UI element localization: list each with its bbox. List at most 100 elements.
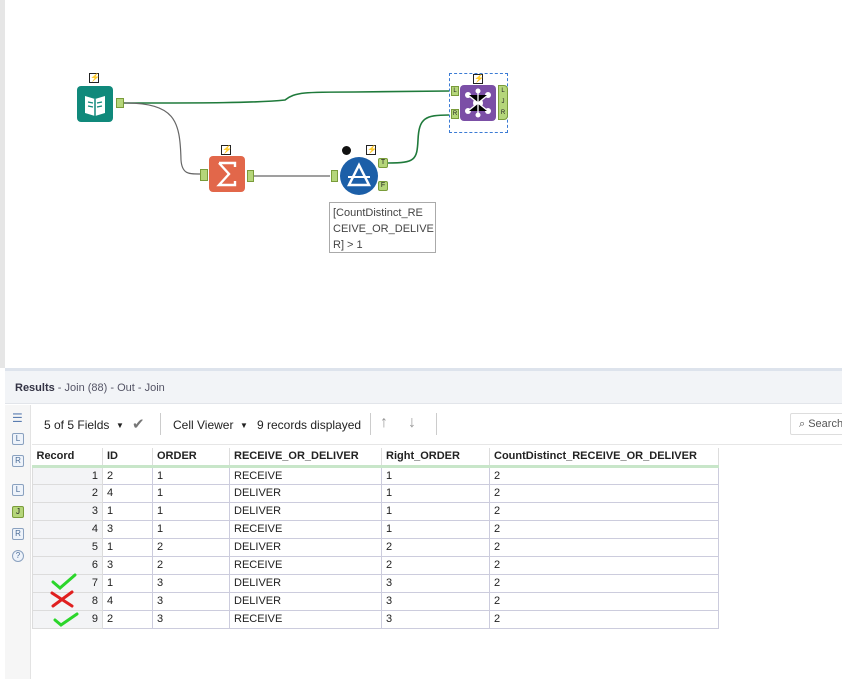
cell-viewer-selector[interactable]: Cell Viewer bbox=[173, 418, 233, 432]
join-output-left-anchor[interactable]: L bbox=[499, 86, 507, 97]
table-cell[interactable]: 3 bbox=[102, 555, 153, 575]
connections-layer bbox=[123, 90, 450, 177]
input-data-tool[interactable] bbox=[77, 86, 113, 122]
output-join-icon[interactable]: J bbox=[12, 506, 24, 518]
table-cell[interactable]: RECEIVE bbox=[229, 609, 382, 629]
column-header[interactable]: ORDER bbox=[152, 448, 230, 468]
join-left-anchor[interactable]: L bbox=[451, 86, 459, 96]
join-output-join-anchor[interactable]: J bbox=[499, 97, 507, 108]
filter-input-anchor[interactable] bbox=[331, 170, 338, 182]
join-tool[interactable] bbox=[460, 85, 496, 121]
table-cell[interactable]: 1 bbox=[102, 537, 153, 557]
help-icon[interactable]: ? bbox=[12, 550, 24, 562]
filter-tool[interactable] bbox=[340, 157, 378, 195]
table-cell[interactable]: 1 bbox=[381, 465, 490, 485]
table-cell[interactable]: DELIVER bbox=[229, 483, 382, 503]
table-cell[interactable]: 1 bbox=[381, 483, 490, 503]
table-cell[interactable]: 2 bbox=[489, 537, 719, 557]
table-cell[interactable]: 2 bbox=[489, 591, 719, 611]
table-row[interactable]: 3 1 1 DELIVER 1 2 bbox=[32, 501, 719, 521]
workflow-canvas[interactable]: ⚡ ⚡ T F ⚡ [CountDistinct_RE CEIVE_OR_DEL… bbox=[0, 0, 842, 368]
sigma-icon bbox=[216, 161, 237, 187]
column-header[interactable]: CountDistinct_RECEIVE_OR_DELIVER bbox=[489, 448, 719, 468]
join-right-anchor[interactable]: R bbox=[451, 109, 459, 119]
table-cell[interactable]: 1 bbox=[381, 519, 490, 539]
table-cell[interactable]: 2 bbox=[489, 501, 719, 521]
table-cell[interactable]: 3 bbox=[152, 609, 230, 629]
arrow-down-icon[interactable]: ↓ bbox=[408, 414, 416, 432]
table-cell[interactable]: RECEIVE bbox=[229, 555, 382, 575]
join-output-anchors[interactable]: L J R bbox=[498, 85, 508, 120]
column-header[interactable]: Record bbox=[32, 448, 103, 468]
filter-false-anchor[interactable]: F bbox=[378, 181, 388, 191]
arrow-up-icon[interactable]: ↑ bbox=[380, 414, 388, 432]
table-cell[interactable]: 1 bbox=[152, 501, 230, 521]
input-right-icon[interactable]: R bbox=[12, 455, 24, 467]
lightning-icon: ⚡ bbox=[366, 145, 377, 155]
record-cell: 1 bbox=[32, 465, 103, 485]
search-input[interactable]: ⌕ Search bbox=[790, 413, 842, 435]
table-row[interactable]: 2 4 1 DELIVER 1 2 bbox=[32, 483, 719, 503]
table-row[interactable]: 1 2 1 RECEIVE 1 2 bbox=[32, 465, 719, 485]
table-cell[interactable]: DELIVER bbox=[229, 591, 382, 611]
table-row[interactable]: 8 4 3 DELIVER 3 2 bbox=[32, 591, 719, 611]
table-cell[interactable]: 1 bbox=[381, 501, 490, 521]
input-output-anchor[interactable] bbox=[116, 98, 124, 108]
table-cell[interactable]: 2 bbox=[489, 519, 719, 539]
list-icon[interactable]: ☰ bbox=[12, 411, 23, 425]
table-cell[interactable]: DELIVER bbox=[229, 537, 382, 557]
table-cell[interactable]: 1 bbox=[152, 519, 230, 539]
browse-indicator-icon bbox=[342, 146, 351, 155]
table-row[interactable]: 5 1 2 DELIVER 2 2 bbox=[32, 537, 719, 557]
output-right-icon[interactable]: R bbox=[12, 528, 24, 540]
table-cell[interactable]: 3 bbox=[152, 573, 230, 593]
table-cell[interactable]: 3 bbox=[102, 519, 153, 539]
chevron-down-icon[interactable]: ▼ bbox=[240, 421, 248, 430]
table-cell[interactable]: 1 bbox=[152, 465, 230, 485]
table-row[interactable]: 4 3 1 RECEIVE 1 2 bbox=[32, 519, 719, 539]
table-cell[interactable]: 2 bbox=[489, 555, 719, 575]
table-cell[interactable]: 4 bbox=[102, 591, 153, 611]
join-output-right-anchor[interactable]: R bbox=[499, 108, 507, 119]
table-cell[interactable]: 2 bbox=[381, 555, 490, 575]
summarize-output-anchor[interactable] bbox=[247, 170, 254, 182]
table-cell[interactable]: 4 bbox=[102, 483, 153, 503]
table-cell[interactable]: RECEIVE bbox=[229, 465, 382, 485]
table-cell[interactable]: 2 bbox=[102, 609, 153, 629]
column-header[interactable]: Right_ORDER bbox=[381, 448, 490, 468]
filter-expression-line: R] > 1 bbox=[333, 239, 363, 251]
table-cell[interactable]: 1 bbox=[152, 483, 230, 503]
table-cell[interactable]: 3 bbox=[381, 573, 490, 593]
table-cell[interactable]: DELIVER bbox=[229, 501, 382, 521]
table-cell[interactable]: 2 bbox=[102, 465, 153, 485]
filter-true-anchor[interactable]: T bbox=[378, 158, 388, 168]
table-cell[interactable]: 2 bbox=[489, 573, 719, 593]
table-cell[interactable]: 2 bbox=[489, 483, 719, 503]
table-cell[interactable]: RECEIVE bbox=[229, 519, 382, 539]
summarize-tool[interactable] bbox=[209, 156, 245, 192]
summarize-input-anchor[interactable] bbox=[200, 169, 208, 181]
table-row[interactable]: 6 3 2 RECEIVE 2 2 bbox=[32, 555, 719, 575]
table-cell[interactable]: 2 bbox=[381, 537, 490, 557]
table-cell[interactable]: 2 bbox=[152, 555, 230, 575]
table-cell[interactable]: 2 bbox=[489, 465, 719, 485]
table-cell[interactable]: 2 bbox=[152, 537, 230, 557]
table-cell[interactable]: 1 bbox=[102, 573, 153, 593]
checkmark-icon[interactable]: ✔ bbox=[132, 415, 145, 433]
table-cell[interactable]: DELIVER bbox=[229, 573, 382, 593]
cross-mark-icon bbox=[50, 590, 74, 608]
table-row[interactable]: 9 2 3 RECEIVE 3 2 bbox=[32, 609, 719, 629]
table-cell[interactable]: 2 bbox=[489, 609, 719, 629]
table-cell[interactable]: 3 bbox=[381, 609, 490, 629]
input-left-icon[interactable]: L bbox=[12, 433, 24, 445]
table-cell[interactable]: 1 bbox=[102, 501, 153, 521]
table-cell[interactable]: 3 bbox=[152, 591, 230, 611]
output-left-icon[interactable]: L bbox=[12, 484, 24, 496]
table-cell[interactable]: 3 bbox=[381, 591, 490, 611]
column-header[interactable]: RECEIVE_OR_DELIVER bbox=[229, 448, 382, 468]
connection-input-to-summarize bbox=[123, 102, 202, 175]
column-header[interactable]: ID bbox=[102, 448, 153, 468]
chevron-down-icon[interactable]: ▼ bbox=[116, 421, 124, 430]
fields-selector[interactable]: 5 of 5 Fields bbox=[44, 418, 109, 432]
table-row[interactable]: 7 1 3 DELIVER 3 2 bbox=[32, 573, 719, 593]
